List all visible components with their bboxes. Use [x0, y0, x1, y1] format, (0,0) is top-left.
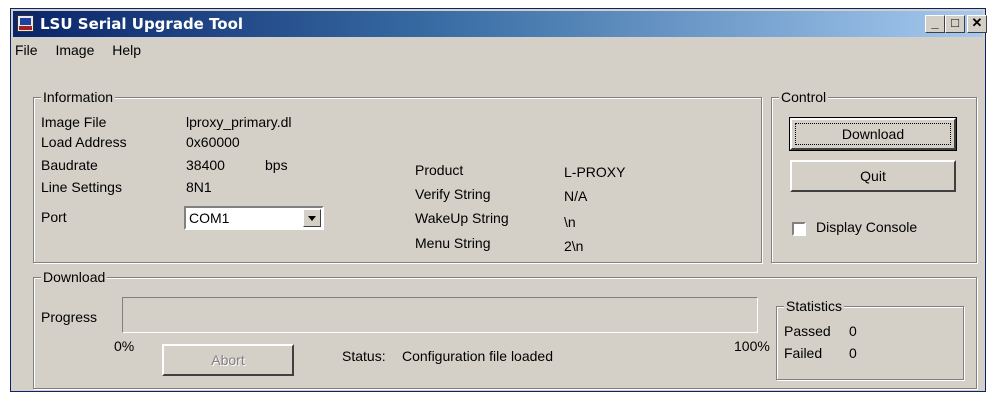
close-icon: ✕	[971, 15, 983, 30]
display-console-label[interactable]: Display Console	[816, 219, 917, 235]
app-window: LSU Serial Upgrade Tool _ □ ✕ File Image…	[10, 8, 987, 392]
baudrate-label: Baudrate	[41, 157, 98, 173]
progress-min-label: 0%	[114, 338, 135, 354]
progress-max-label: 100%	[734, 338, 770, 354]
menu-help[interactable]: Help	[112, 42, 141, 58]
image-file-value: lproxy_primary.dl	[186, 114, 292, 130]
information-group: Information Image File lproxy_primary.dl…	[33, 89, 762, 263]
abort-button-label: Abort	[211, 352, 245, 368]
quit-button[interactable]: Quit	[790, 160, 956, 192]
line-settings-value: 8N1	[186, 179, 212, 195]
menu-string-value: 2\n	[564, 238, 584, 254]
maximize-button[interactable]: □	[945, 15, 965, 33]
baudrate-value: 38400	[186, 157, 225, 173]
chevron-down-icon[interactable]	[303, 209, 321, 227]
display-console-checkbox[interactable]	[792, 222, 806, 236]
port-select-value: COM1	[189, 210, 230, 226]
download-button-label: Download	[841, 126, 905, 142]
passed-count: 0	[849, 323, 857, 339]
load-address-label: Load Address	[41, 134, 127, 150]
control-group-label: Control	[779, 89, 829, 105]
load-address-value: 0x60000	[186, 134, 240, 150]
statistics-group-label: Statistics	[784, 298, 845, 314]
quit-button-label: Quit	[860, 168, 886, 184]
control-group: Control Download Quit Display Console	[771, 89, 977, 263]
download-group-label: Download	[41, 269, 108, 285]
minimize-button[interactable]: _	[925, 15, 945, 33]
app-computer-icon[interactable]	[17, 15, 34, 32]
close-button[interactable]: ✕	[967, 15, 987, 33]
baudrate-unit: bps	[265, 157, 288, 173]
download-button[interactable]: Download	[789, 117, 957, 151]
menu-bar: File Image Help	[15, 42, 155, 64]
verify-string-value: N/A	[564, 188, 588, 204]
wakeup-string-label: WakeUp String	[415, 210, 509, 226]
passed-label: Passed	[784, 323, 831, 339]
verify-string-label: Verify String	[415, 186, 491, 202]
status-value: Configuration file loaded	[402, 348, 553, 364]
line-settings-label: Line Settings	[41, 179, 122, 195]
product-value: L-PROXY	[564, 164, 626, 180]
download-group: Download Progress 0% 100% Abort Status: …	[33, 269, 977, 389]
menu-image[interactable]: Image	[55, 42, 94, 58]
maximize-icon: □	[951, 15, 959, 30]
progress-bar	[122, 297, 758, 333]
statistics-group: Statistics Passed 0 Failed 0	[776, 298, 964, 380]
image-file-label: Image File	[41, 114, 107, 130]
progress-label: Progress	[41, 309, 98, 325]
menu-string-label: Menu String	[415, 235, 491, 251]
title-bar[interactable]: LSU Serial Upgrade Tool _ □ ✕	[13, 11, 987, 37]
menu-file[interactable]: File	[15, 42, 38, 58]
window-title: LSU Serial Upgrade Tool	[40, 15, 244, 33]
wakeup-string-value: \n	[564, 214, 576, 230]
product-label: Product	[415, 162, 464, 178]
failed-count: 0	[849, 345, 857, 361]
failed-label: Failed	[784, 345, 823, 361]
abort-button[interactable]: Abort	[162, 344, 294, 376]
information-group-label: Information	[41, 89, 116, 105]
minimize-icon: _	[931, 15, 939, 30]
port-label: Port	[41, 209, 67, 225]
port-select[interactable]: COM1	[184, 206, 324, 230]
status-label: Status:	[342, 348, 386, 364]
